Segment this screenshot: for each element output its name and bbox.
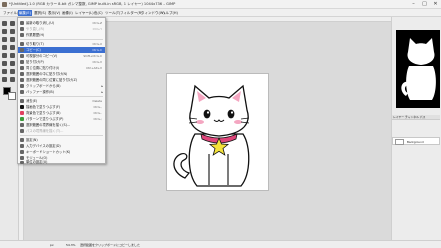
menu-item-buffer[interactable]: バッファー操作(B) ▸ (18, 89, 105, 95)
edit-dropdown-menu: 最新の取り消し(U) Ctrl+Z やり直し(R) Ctrl+Y 作業履歴(H) 切… (17, 17, 106, 164)
units-icon (20, 161, 24, 164)
paint-bucket-tool-icon[interactable] (2, 53, 7, 58)
rect-select-tool-icon[interactable] (10, 21, 15, 26)
menu-item-undo-history[interactable]: 作業履歴(H) (18, 32, 105, 38)
menu-item-units[interactable]: 単位の設定(U) (18, 160, 105, 164)
menu-layer[interactable]: レイヤー(L) (74, 10, 95, 16)
fuzzy-select-tool-icon[interactable] (10, 29, 15, 34)
layer-name[interactable]: Background (407, 139, 424, 145)
fill-bg-icon (20, 111, 24, 115)
stroke-selection-icon (20, 123, 24, 127)
navigation-preview[interactable] (396, 30, 440, 108)
transform-tool-icon[interactable] (10, 37, 15, 42)
stroke-path-icon (20, 129, 24, 133)
submenu-arrow-icon: ▸ (101, 90, 103, 94)
layer-thumbnail (395, 139, 404, 145)
cat-eye-right (227, 109, 235, 119)
paste-icon (20, 60, 24, 64)
cat-eye-left (203, 109, 211, 119)
menu-help[interactable]: ヘルプ(H) (161, 10, 179, 16)
clone-tool-icon[interactable] (10, 61, 15, 66)
lasso-tool-icon[interactable] (2, 29, 7, 34)
warp-tool-icon[interactable] (2, 45, 7, 50)
paste-in-place-icon (20, 66, 24, 70)
status-bar: px 54.3% 選択範囲をクリップボードにコピーしました (0, 240, 441, 248)
clear-icon (20, 99, 24, 103)
dodge-burn-tool-icon[interactable] (10, 69, 15, 74)
menu-separator (20, 135, 103, 136)
menu-item-stroke-path[interactable]: パスの境界線を描く(T)... (18, 128, 105, 134)
status-message: 選択範囲をクリップボードにコピーしました (80, 243, 141, 247)
eraser-tool-icon[interactable] (2, 61, 7, 66)
keyboard-icon (20, 150, 24, 154)
menu-view[interactable]: 表示(V) (47, 10, 61, 16)
menu-separator (20, 39, 103, 40)
gimp-app-icon (2, 2, 7, 7)
paste-as-icon (20, 84, 24, 88)
title-bar: *[Untitled]-1.0 (RGB カラー 8-bit ガンマ整数, GI… (0, 0, 441, 9)
history-icon (20, 33, 24, 37)
cat-silhouette-preview (401, 38, 436, 100)
redo-icon (20, 27, 24, 31)
maximize-button[interactable]: □ (419, 0, 430, 9)
undo-icon (20, 21, 24, 25)
copy-visible-icon (20, 54, 24, 58)
cat-tail (173, 152, 191, 179)
minimize-button[interactable]: – (408, 0, 419, 9)
paste-into-icon (20, 72, 24, 76)
text-tool-icon[interactable] (10, 45, 15, 50)
menu-bar: ファイル(F) 編集(E) 選択(S) 表示(V) 画像(I) レイヤー(L) … (0, 9, 441, 17)
zoom-selector[interactable]: 54.3% (66, 242, 76, 248)
cut-icon (20, 42, 24, 46)
fill-fg-icon (20, 105, 24, 109)
buffer-icon (20, 90, 24, 94)
image-canvas[interactable] (166, 73, 269, 191)
crop-tool-icon[interactable] (2, 37, 7, 42)
window-title: *[Untitled]-1.0 (RGB カラー 8-bit ガンマ整数, GI… (9, 2, 176, 6)
fill-pattern-icon (20, 117, 24, 121)
cat-cheek-right (234, 120, 242, 124)
smudge-tool-icon[interactable] (2, 69, 7, 74)
close-button[interactable]: ✕ (430, 0, 441, 9)
layer-row[interactable]: Background (392, 137, 440, 145)
menu-select[interactable]: 選択(S) (33, 10, 47, 16)
preferences-icon (20, 138, 24, 142)
move-tool-icon[interactable] (2, 21, 7, 26)
cat-cheek-left (196, 120, 204, 124)
menu-image[interactable]: 画像(I) (61, 10, 74, 16)
layers-panel-tabs[interactable]: レイヤー チャンネル パス (392, 115, 440, 120)
menu-edit[interactable]: 編集(E) (18, 10, 32, 16)
paste-into-in-place-icon (20, 78, 24, 82)
paintbrush-tool-icon[interactable] (10, 53, 15, 58)
input-devices-icon (20, 144, 24, 148)
cat-eye-left-shine (206, 111, 210, 114)
cat-illustration (173, 84, 250, 187)
background-color-swatch[interactable] (8, 92, 16, 100)
menu-separator (20, 96, 103, 97)
menu-colors[interactable]: 色(C) (93, 10, 104, 16)
path-tool-icon[interactable] (2, 77, 7, 82)
copy-icon (20, 48, 24, 52)
cat-eye-right-shine (230, 111, 234, 114)
unit-selector[interactable]: px (50, 242, 54, 248)
color-picker-tool-icon[interactable] (10, 77, 15, 82)
